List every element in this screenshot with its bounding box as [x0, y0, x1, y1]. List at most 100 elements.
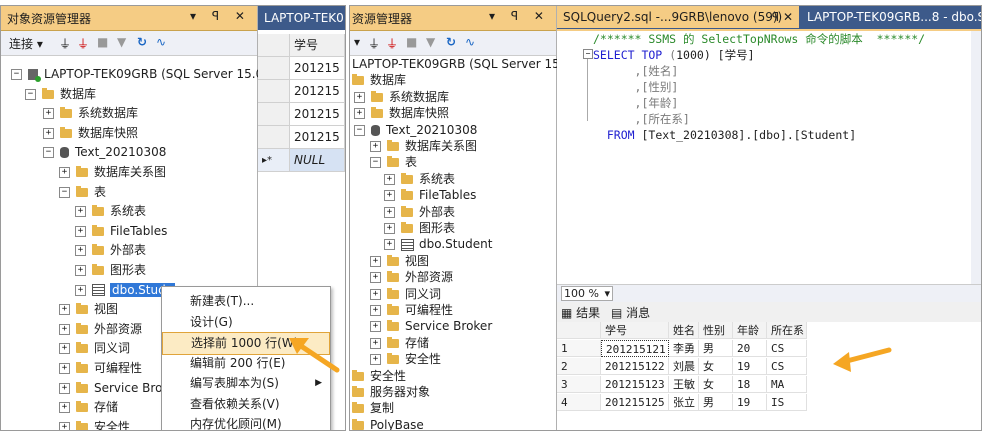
refresh-icon[interactable]: ↻: [446, 35, 456, 49]
zoom-select[interactable]: 100 % ▾: [561, 286, 613, 301]
expand-toggle-icon[interactable]: +: [75, 225, 86, 237]
expand-toggle-icon[interactable]: +: [370, 272, 381, 284]
expand-toggle-icon[interactable]: +: [59, 343, 70, 355]
query-tab[interactable]: SQLQuery2.sql -...9GRB\lenovo (59)) ꟼ ✕: [557, 6, 799, 28]
null-cell[interactable]: NULL: [290, 149, 345, 172]
result-cell[interactable]: 张立: [669, 394, 699, 411]
tree-node[interactable]: 安全性: [352, 368, 406, 384]
expand-toggle-icon[interactable]: −: [370, 157, 381, 169]
expand-toggle-icon[interactable]: +: [59, 363, 70, 374]
tree-node[interactable]: + Service Broker: [370, 318, 492, 334]
row-header[interactable]: [258, 80, 290, 103]
expand-toggle-icon[interactable]: +: [75, 265, 86, 276]
tree-node[interactable]: + FileTables: [75, 221, 167, 241]
tree-node[interactable]: + 数据库关系图: [59, 162, 166, 182]
tree-node[interactable]: + 系统数据库: [43, 103, 138, 123]
tree-node[interactable]: + 可编程性: [370, 302, 453, 318]
result-cell[interactable]: 李勇: [669, 340, 699, 357]
result-cell[interactable]: 201215123: [601, 376, 669, 393]
expand-toggle-icon[interactable]: +: [59, 167, 70, 178]
result-cell[interactable]: CS: [767, 340, 807, 357]
tree-node[interactable]: − LAPTOP-TEK09GRB (SQL Server 15.0.: [11, 64, 267, 84]
tree-node[interactable]: LAPTOP-TEK09GRB (SQL Server 15.0.: [352, 56, 575, 72]
table-cell[interactable]: 201215: [290, 57, 345, 80]
tree-node[interactable]: + 同义词: [370, 286, 441, 302]
tree-node[interactable]: 复制: [352, 400, 394, 416]
tree-node[interactable]: + 外部表: [384, 204, 455, 220]
expand-toggle-icon[interactable]: +: [370, 255, 381, 267]
panel-controls-right[interactable]: ▾ ꟼ ✕: [489, 9, 550, 23]
column-header[interactable]: 所在系: [767, 322, 807, 339]
expand-toggle-icon[interactable]: −: [25, 88, 36, 100]
tree-node[interactable]: − 表: [59, 182, 106, 202]
activity-monitor-icon[interactable]: ∿: [156, 35, 166, 49]
result-cell[interactable]: CS: [767, 358, 807, 375]
dropdown-icon[interactable]: ▾: [354, 35, 360, 49]
expand-toggle-icon[interactable]: +: [43, 127, 54, 139]
result-cell[interactable]: 男: [699, 394, 733, 411]
tree-node[interactable]: + 视图: [370, 253, 429, 269]
new-row-marker[interactable]: ▸*: [258, 149, 290, 172]
column-header[interactable]: 年龄: [733, 322, 767, 339]
row-number[interactable]: 1: [557, 340, 601, 357]
expand-toggle-icon[interactable]: −: [59, 186, 70, 198]
expand-toggle-icon[interactable]: +: [59, 402, 70, 414]
result-cell[interactable]: 19: [733, 358, 767, 375]
expand-toggle-icon[interactable]: +: [370, 321, 381, 333]
expand-toggle-icon[interactable]: +: [59, 323, 70, 335]
tree-node[interactable]: + 存储: [59, 397, 118, 417]
row-number[interactable]: 3: [557, 376, 601, 393]
table-cell[interactable]: 201215: [290, 103, 345, 126]
collapse-marker[interactable]: −: [583, 49, 593, 59]
expand-toggle-icon[interactable]: +: [384, 223, 395, 234]
tree-node[interactable]: − Text_20210308: [354, 122, 477, 138]
result-cell[interactable]: 18: [733, 376, 767, 393]
result-cell[interactable]: IS: [767, 394, 807, 411]
refresh-icon[interactable]: ↻: [137, 35, 147, 49]
expand-toggle-icon[interactable]: +: [370, 354, 381, 366]
result-cell[interactable]: 201215125: [601, 394, 669, 411]
expand-toggle-icon[interactable]: −: [11, 69, 22, 80]
editor-vscroll[interactable]: [971, 31, 981, 284]
connect-button[interactable]: 连接 ▾: [9, 35, 43, 52]
result-cell[interactable]: 男: [699, 340, 733, 357]
expand-toggle-icon[interactable]: +: [75, 284, 86, 296]
result-cell[interactable]: 王敏: [669, 376, 699, 393]
tree-node[interactable]: + 外部表: [75, 240, 146, 260]
expand-toggle-icon[interactable]: +: [384, 173, 395, 185]
column-header[interactable]: 性别: [699, 322, 733, 339]
result-cell[interactable]: 女: [699, 358, 733, 375]
sql-editor[interactable]: − /****** SSMS 的 SelectTopNRows 命令的脚本 **…: [557, 31, 981, 284]
tree-node[interactable]: + 图形表: [75, 260, 146, 280]
tree-node[interactable]: − 表: [370, 154, 417, 170]
context-menu-item[interactable]: 查看依赖关系(V): [162, 394, 330, 415]
row-header[interactable]: [258, 103, 290, 126]
expand-toggle-icon[interactable]: +: [384, 239, 395, 251]
tree-node[interactable]: PolyBase: [352, 417, 424, 430]
expand-toggle-icon[interactable]: +: [75, 245, 86, 257]
row-number[interactable]: 4: [557, 394, 601, 411]
expand-toggle-icon[interactable]: −: [43, 147, 54, 159]
expand-toggle-icon[interactable]: +: [59, 421, 70, 430]
tree-node[interactable]: + 数据库关系图: [370, 138, 477, 154]
expand-toggle-icon[interactable]: +: [370, 337, 381, 349]
expand-toggle-icon[interactable]: +: [59, 304, 70, 316]
table-cell[interactable]: 201215: [290, 80, 345, 103]
context-menu-item[interactable]: 新建表(T)...: [162, 291, 330, 312]
row-header[interactable]: [258, 57, 290, 80]
tree-node[interactable]: + 系统表: [384, 171, 455, 187]
tree-node[interactable]: + 安全性: [59, 417, 130, 430]
context-menu-item[interactable]: 内存优化顾问(M): [162, 414, 330, 430]
tree-node[interactable]: + 系统数据库: [354, 89, 449, 105]
tree-node[interactable]: 数据库: [352, 72, 406, 88]
result-cell[interactable]: 201215121: [601, 340, 669, 357]
connect-icon[interactable]: ⏚: [59, 35, 71, 52]
filter-icon[interactable]: ▼: [117, 35, 126, 49]
tree-node[interactable]: + 数据库快照: [354, 105, 449, 121]
result-cell[interactable]: 20: [733, 340, 767, 357]
filter-icon[interactable]: ▼: [426, 35, 435, 49]
tree-node[interactable]: + 数据库快照: [43, 123, 138, 143]
expand-toggle-icon[interactable]: −: [354, 124, 365, 136]
results-tab[interactable]: ▦ 结果: [561, 304, 600, 321]
disconnect-icon[interactable]: ⏚: [77, 35, 89, 52]
